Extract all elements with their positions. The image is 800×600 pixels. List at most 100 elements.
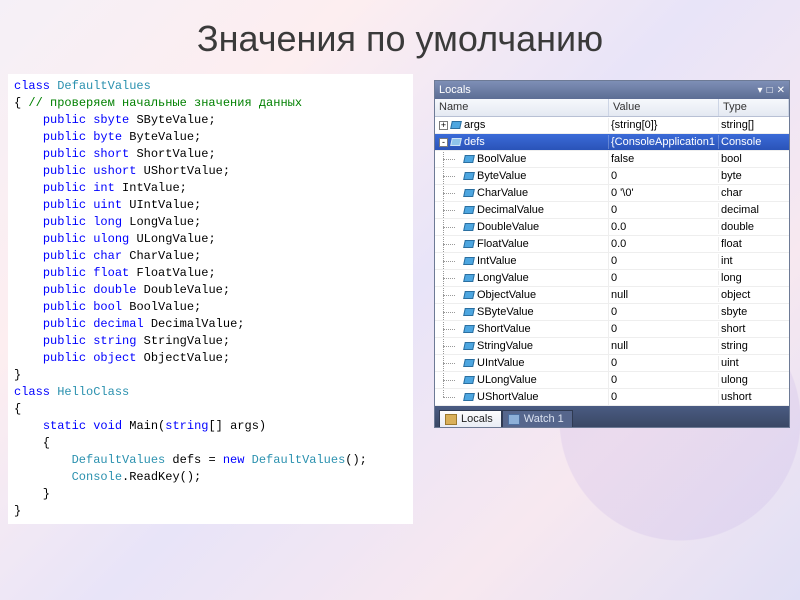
table-row[interactable]: + args {string[0]}string[]	[435, 117, 789, 134]
variable-name: UShortValue	[477, 391, 539, 403]
variable-name: LongValue	[477, 272, 529, 284]
variable-name: ULongValue	[477, 374, 537, 386]
cell-value: 0	[609, 169, 719, 183]
cell-value: 0	[609, 390, 719, 404]
page-title: Значения по умолчанию	[0, 0, 800, 74]
cell-type: float	[719, 237, 789, 251]
tab-watch-1[interactable]: Watch 1	[502, 410, 573, 427]
cell-value: 0.0	[609, 220, 719, 234]
variable-name: UIntValue	[477, 357, 525, 369]
window-pin-icon[interactable]: □	[767, 85, 773, 96]
column-header-type[interactable]: Type	[719, 99, 789, 116]
table-row[interactable]: CharValue 0 '\0'char	[435, 185, 789, 202]
variable-name: StringValue	[477, 340, 533, 352]
table-row[interactable]: ByteValue0byte	[435, 168, 789, 185]
tree-connector-icon	[437, 356, 461, 370]
cell-type: char	[719, 186, 789, 200]
cell-type: ulong	[719, 373, 789, 387]
variable-name: DoubleValue	[477, 221, 539, 233]
locals-rows: + args {string[0]}string[] - defs {ConsoleApp…	[435, 117, 789, 406]
cell-value: 0	[609, 203, 719, 217]
cell-type: ushort	[719, 390, 789, 404]
locals-columns-header: Name Value Type	[435, 99, 789, 117]
cell-name: UIntValue	[435, 355, 609, 371]
cell-name: ShortValue	[435, 321, 609, 337]
cell-name: - defs	[435, 135, 609, 149]
cell-value: {ConsoleApplication1	[609, 135, 719, 149]
code-editor: class DefaultValues { // проверяем начал…	[8, 74, 413, 524]
cell-type: sbyte	[719, 305, 789, 319]
table-row[interactable]: ObjectValue nullobject	[435, 287, 789, 304]
tree-connector-icon	[437, 305, 461, 319]
field-icon	[450, 137, 462, 147]
field-icon	[463, 222, 475, 232]
tab-locals[interactable]: Locals	[439, 410, 502, 427]
tree-connector-icon	[437, 186, 461, 200]
variable-name: BoolValue	[477, 153, 526, 165]
cell-value: 0 '\0'	[609, 186, 719, 200]
cell-type: string[]	[719, 118, 789, 132]
table-row[interactable]: UShortValue 0ushort	[435, 389, 789, 406]
window-close-icon[interactable]: ✕	[777, 85, 785, 96]
window-dropdown-icon[interactable]: ▾	[758, 85, 763, 96]
variable-name: ObjectValue	[477, 289, 536, 301]
variable-name: CharValue	[477, 187, 528, 199]
variable-name: ShortValue	[477, 323, 531, 335]
watch-icon	[508, 414, 520, 425]
tree-connector-icon	[437, 322, 461, 336]
field-icon	[463, 307, 475, 317]
table-row[interactable]: StringValuenullstring	[435, 338, 789, 355]
cell-name: + args	[435, 118, 609, 132]
cell-type: decimal	[719, 203, 789, 217]
collapse-icon[interactable]: -	[439, 138, 448, 147]
field-icon	[463, 188, 475, 198]
tree-connector-icon	[437, 220, 461, 234]
cell-value: {string[0]}	[609, 118, 719, 132]
cell-value: 0	[609, 271, 719, 285]
cell-name: DoubleValue	[435, 219, 609, 235]
cell-type: Console	[719, 135, 789, 149]
table-row[interactable]: BoolValuefalsebool	[435, 151, 789, 168]
cell-type: short	[719, 322, 789, 336]
tree-connector-icon	[437, 339, 461, 353]
column-header-value[interactable]: Value	[609, 99, 719, 116]
cell-type: uint	[719, 356, 789, 370]
variable-name: args	[464, 119, 485, 131]
table-row[interactable]: LongValue 0long	[435, 270, 789, 287]
locals-icon	[445, 414, 457, 425]
cell-name: StringValue	[435, 338, 609, 354]
locals-title-label: Locals	[439, 84, 471, 96]
field-icon	[463, 273, 475, 283]
cell-value: 0	[609, 322, 719, 336]
table-row[interactable]: FloatValue0.0float	[435, 236, 789, 253]
field-icon	[463, 392, 475, 402]
cell-name: UShortValue	[435, 389, 609, 405]
table-row[interactable]: IntValue0int	[435, 253, 789, 270]
cell-type: long	[719, 271, 789, 285]
cell-value: null	[609, 288, 719, 302]
table-row[interactable]: UIntValue0uint	[435, 355, 789, 372]
table-row[interactable]: SByteValue0sbyte	[435, 304, 789, 321]
table-row[interactable]: DoubleValue0.0double	[435, 219, 789, 236]
variable-name: defs	[464, 136, 485, 148]
tree-connector-icon	[437, 390, 461, 404]
locals-titlebar[interactable]: Locals ▾ □ ✕	[435, 81, 789, 99]
field-icon	[463, 358, 475, 368]
field-icon	[463, 341, 475, 351]
cell-name: DecimalValue	[435, 202, 609, 218]
table-row[interactable]: - defs {ConsoleApplication1Console	[435, 134, 789, 151]
variable-name: FloatValue	[477, 238, 529, 250]
expand-icon[interactable]: +	[439, 121, 448, 130]
cell-type: bool	[719, 152, 789, 166]
tree-connector-icon	[437, 373, 461, 387]
tab-label: Locals	[461, 413, 493, 425]
cell-type: byte	[719, 169, 789, 183]
tree-connector-icon	[437, 271, 461, 285]
table-row[interactable]: ShortValue 0short	[435, 321, 789, 338]
table-row[interactable]: DecimalValue0decimal	[435, 202, 789, 219]
field-icon	[463, 375, 475, 385]
column-header-name[interactable]: Name	[435, 99, 609, 116]
cell-type: object	[719, 288, 789, 302]
table-row[interactable]: ULongValue0ulong	[435, 372, 789, 389]
cell-value: 0	[609, 305, 719, 319]
